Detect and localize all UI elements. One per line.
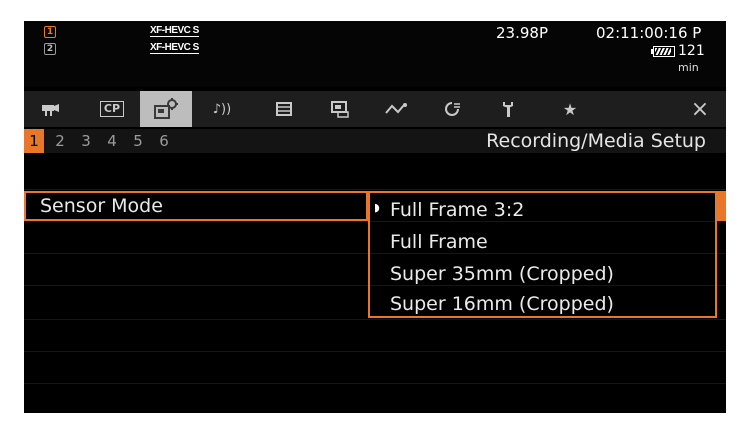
tab-custom-picture[interactable]: CP	[86, 91, 138, 127]
row-divider	[24, 319, 726, 320]
assist-icon	[331, 101, 349, 118]
tab-system[interactable]	[258, 91, 310, 127]
tab-my-menu[interactable]: ★	[544, 91, 596, 127]
page-1[interactable]: 1	[24, 129, 44, 153]
remaining-time-unit: min	[678, 61, 699, 74]
row-divider	[24, 189, 726, 190]
tab-network[interactable]	[370, 91, 422, 127]
row-divider	[24, 383, 726, 384]
page-3[interactable]: 3	[76, 129, 96, 153]
page-indicator-bar: 1 2 3 4 5 6 Recording/Media Setup	[24, 129, 726, 153]
selection-edge-marker	[717, 191, 726, 221]
tab-recording-media-setup[interactable]	[140, 91, 192, 127]
cp-icon: CP	[99, 101, 125, 117]
tab-close[interactable]: ×	[674, 91, 726, 127]
menu-item-sensor-mode[interactable]: Sensor Mode	[24, 191, 368, 221]
codec-label-sub: XF-HEVC S	[150, 42, 199, 54]
menu-tab-bar: CP ♪)) ★ ×	[24, 91, 726, 127]
camera-menu-screen: 1 2 XF-HEVC S XF-HEVC S 23.98P 02:11:00:…	[24, 21, 726, 413]
network-icon	[385, 103, 407, 114]
codec-label-main: XF-HEVC S	[150, 25, 199, 37]
battery-icon	[651, 46, 675, 57]
recording-setup-icon	[154, 98, 178, 119]
page-2[interactable]: 2	[50, 129, 70, 153]
tab-audio[interactable]: ♪))	[196, 91, 248, 127]
wrench-icon	[503, 102, 513, 117]
page-6[interactable]: 6	[154, 129, 174, 153]
battery-level	[655, 48, 671, 55]
tab-custom[interactable]	[426, 91, 478, 127]
tab-assistance[interactable]	[314, 91, 366, 127]
camera-icon	[42, 104, 59, 116]
card-slot-a-indicator: 1	[44, 26, 56, 38]
option-full-frame[interactable]: Full Frame	[390, 227, 488, 257]
page-title: Recording/Media Setup	[486, 130, 706, 152]
option-super-35mm[interactable]: Super 35mm (Cropped)	[390, 259, 614, 289]
close-icon: ×	[690, 96, 710, 122]
star-icon: ★	[562, 99, 578, 119]
remaining-time: 121 min	[678, 43, 726, 75]
card-slot-b-indicator: 2	[44, 43, 56, 55]
option-full-frame-3-2[interactable]: Full Frame 3:2	[390, 195, 524, 225]
tab-maintenance[interactable]	[482, 91, 534, 127]
frame-rate: 23.98P	[496, 24, 548, 42]
status-area: 1 2 XF-HEVC S XF-HEVC S 23.98P 02:11:00:…	[24, 21, 726, 87]
custom-icon	[445, 101, 460, 116]
selected-marker-icon: ◗	[374, 201, 380, 214]
page-4[interactable]: 4	[102, 129, 122, 153]
remaining-time-value: 121	[678, 43, 705, 59]
monitor-icon	[276, 102, 292, 116]
page-5[interactable]: 5	[128, 129, 148, 153]
tab-camera[interactable]	[24, 91, 76, 127]
option-list: ◗ Full Frame 3:2 Full Frame Super 35mm (…	[368, 191, 717, 318]
audio-icon: ♪))	[212, 101, 232, 117]
row-divider	[24, 351, 726, 352]
timecode: 02:11:00:16 P	[596, 24, 702, 42]
option-super-16mm[interactable]: Super 16mm (Cropped)	[390, 289, 614, 319]
